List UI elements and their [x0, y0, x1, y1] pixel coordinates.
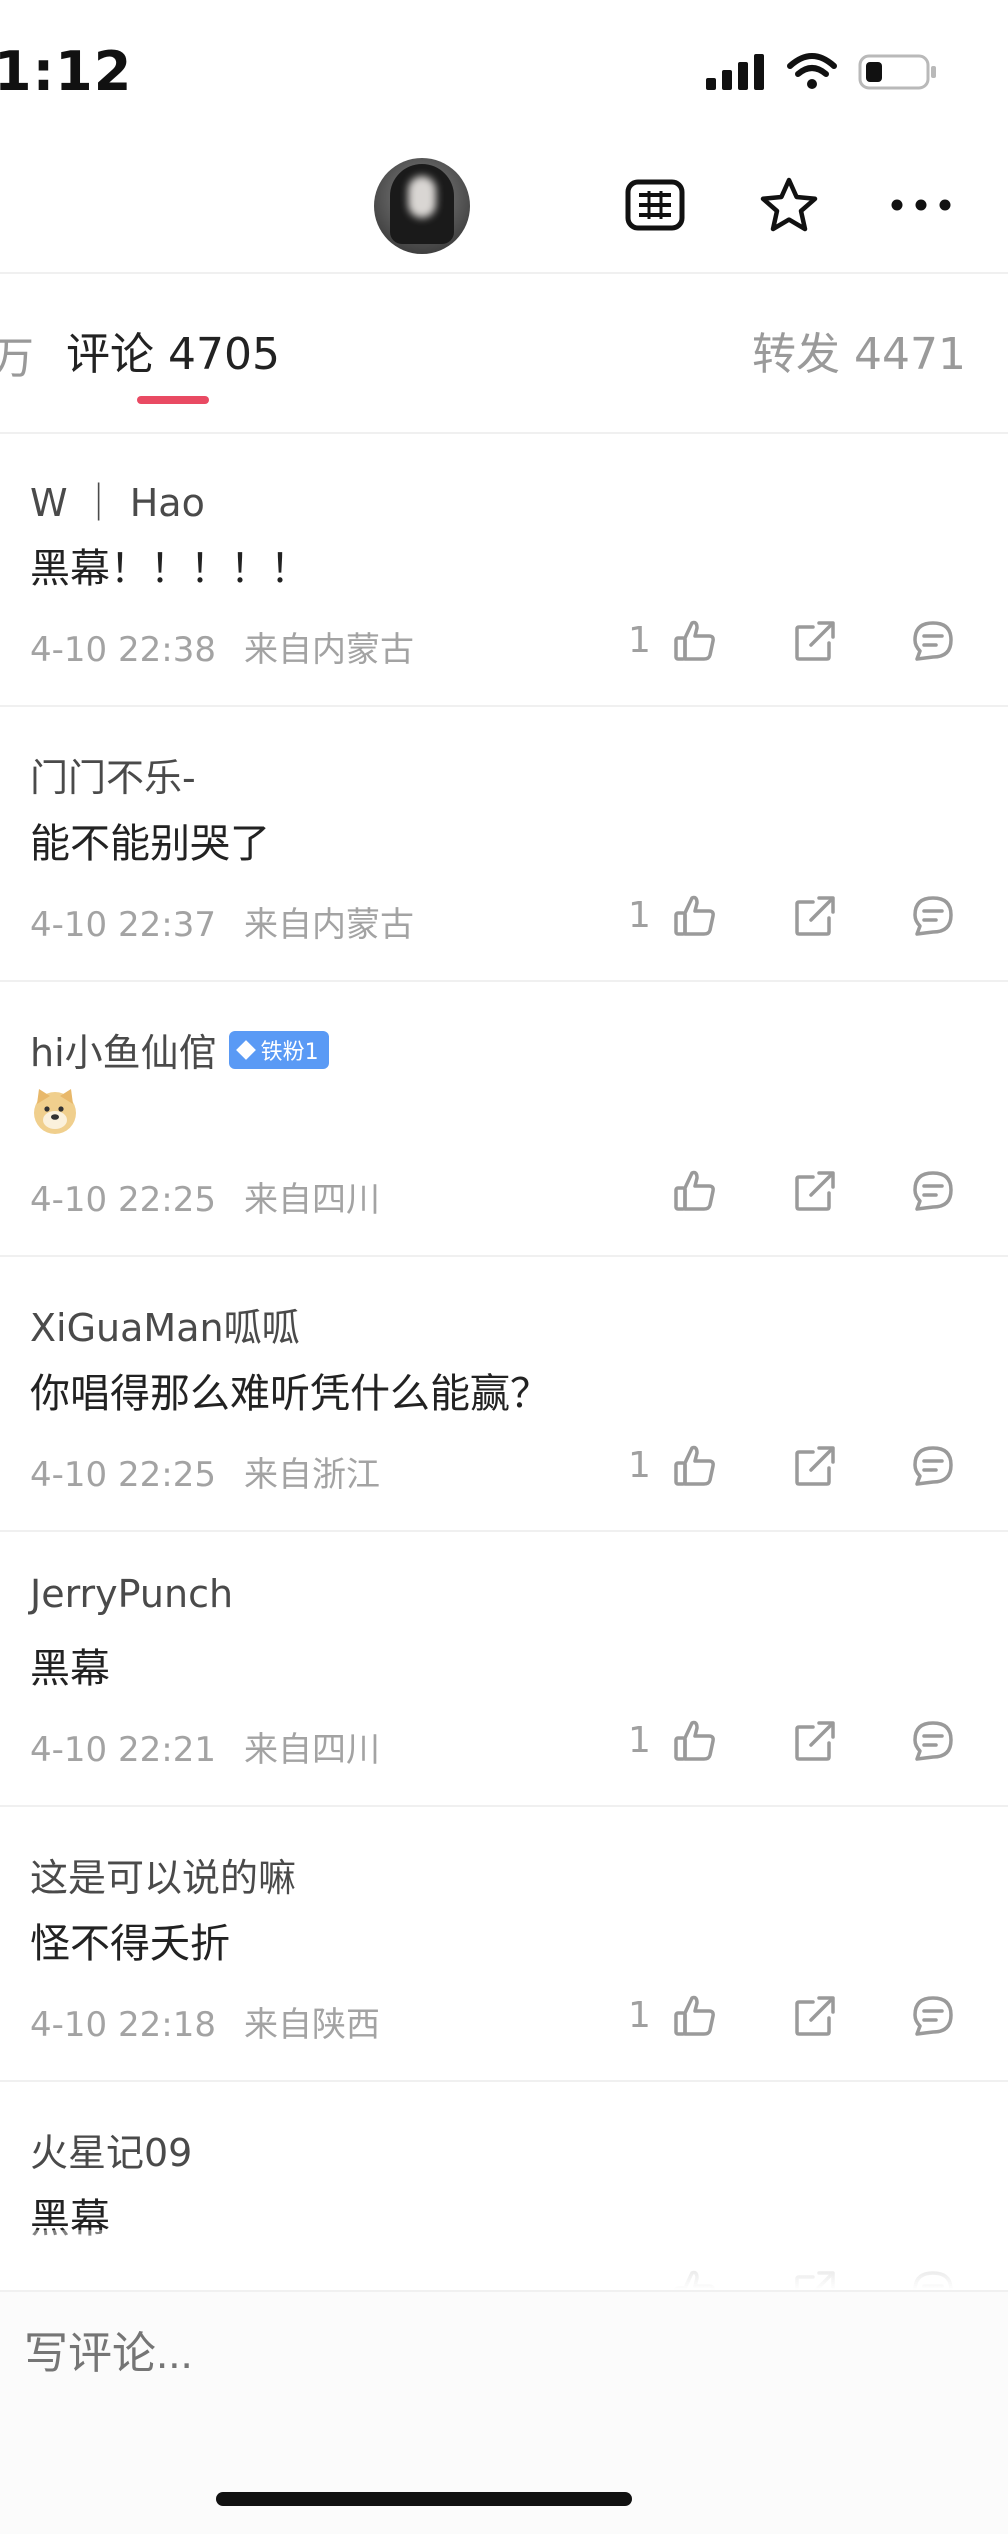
status-bar: 1:12	[0, 0, 1008, 150]
comment-location: 来自四川	[243, 1730, 380, 1770]
status-time: 1:12	[0, 40, 133, 103]
comment-item[interactable]: W ｜ Hao 黑幕！！！！！ 4-10 22:38 来自内蒙古 1	[0, 432, 1008, 707]
wifi-icon	[787, 53, 837, 89]
comment-meta: 4-10 22:18 来自陕西	[30, 1997, 380, 2046]
reply-icon[interactable]	[908, 1716, 958, 1766]
post-header	[0, 150, 1008, 270]
comment-username[interactable]: 这是可以说的嘛	[30, 1847, 296, 1902]
like-icon[interactable]	[670, 1441, 720, 1491]
comment-username[interactable]: 火星记09	[30, 2122, 192, 2177]
comment-location: 来自陕西	[243, 2005, 380, 2045]
comment-text: 怪不得夭折	[30, 1921, 230, 1967]
cellular-signal-icon	[706, 54, 764, 90]
like-count: 1	[628, 1445, 651, 1486]
comment-item[interactable]: JerryPunch 黑幕 4-10 22:21 来自四川 1	[0, 1532, 1008, 1807]
tab-bar: 万 评论 4705 转发 4471	[0, 272, 1008, 434]
comment-username-text[interactable]: JerryPunch	[30, 1572, 233, 1616]
tab-previous[interactable]: 万	[0, 322, 34, 386]
battery-icon	[858, 54, 936, 90]
fan-badge: 铁粉1	[228, 1030, 329, 1069]
comment-time: 4-10 22:37	[30, 905, 216, 945]
comment-item[interactable]: XiGuaMan呱呱你唱得那么难听凭什么能赢？ 4-10 22:25 来自浙江 1	[0, 1257, 1008, 1532]
share-icon[interactable]	[790, 616, 840, 666]
like-icon[interactable]	[670, 1991, 720, 2041]
share-icon[interactable]	[790, 1991, 840, 2041]
tab-forwards[interactable]: 转发 4471	[752, 318, 966, 382]
reply-icon[interactable]	[908, 1166, 958, 1216]
comment-location: 来自四川	[243, 1180, 380, 1220]
comment-location: 来自内蒙古	[243, 905, 414, 945]
reply-icon[interactable]	[908, 1441, 958, 1491]
like-count: 1	[628, 895, 651, 936]
comment-username-text[interactable]: W ｜ Hao	[30, 472, 205, 527]
share-icon[interactable]	[790, 1716, 840, 1766]
comment-username-text[interactable]: 这是可以说的嘛	[30, 1847, 296, 1902]
comment-list: W ｜ Hao 黑幕！！！！！ 4-10 22:38 来自内蒙古 1 门门不乐- 能不能别哭…	[0, 432, 1008, 2357]
author-avatar[interactable]	[374, 158, 470, 254]
comment-location: 来自浙江	[243, 1455, 380, 1495]
comment-time: 4-10 22:38	[30, 630, 216, 670]
doge-emoji	[30, 1086, 80, 1136]
comment-location: 来自内蒙古	[243, 630, 414, 670]
comment-username[interactable]: W ｜ Hao	[30, 472, 205, 527]
comment-meta: 4-10 22:37 来自内蒙古	[30, 897, 414, 946]
comment-username-text[interactable]: 火星记09	[30, 2122, 192, 2177]
comment-username-text[interactable]: hi小鱼仙倌	[30, 1022, 217, 1077]
star-icon[interactable]	[756, 172, 822, 238]
comment-username[interactable]: hi小鱼仙倌 铁粉1	[30, 1022, 329, 1077]
comment-text: 能不能别哭了	[30, 821, 270, 867]
comment-username[interactable]: JerryPunch	[30, 1572, 233, 1616]
like-icon[interactable]	[670, 1716, 720, 1766]
comment-username[interactable]: XiGuaMan呱呱	[30, 1297, 300, 1352]
comment-meta: 4-10 22:21 来自四川	[30, 1722, 380, 1771]
share-icon[interactable]	[790, 1441, 840, 1491]
fan-badge-label: 铁粉1	[260, 1039, 319, 1065]
like-icon[interactable]	[670, 1166, 720, 1216]
comment-meta: 4-10 22:25 来自浙江	[30, 1447, 380, 1496]
like-icon[interactable]	[670, 891, 720, 941]
comment-time: 4-10 22:18	[30, 2005, 216, 2045]
comment-time: 4-10 22:21	[30, 1730, 216, 1770]
like-count: 1	[628, 1995, 651, 2036]
reply-icon[interactable]	[908, 891, 958, 941]
comment-time: 4-10 22:25	[30, 1455, 216, 1495]
reply-icon[interactable]	[908, 1991, 958, 2041]
tab-comments[interactable]: 评论 4705	[66, 318, 280, 382]
grid-list-icon[interactable]	[622, 172, 688, 238]
comment-emoji	[30, 1086, 80, 1146]
tab-active-indicator	[137, 396, 209, 404]
comment-text: 黑幕	[30, 1646, 110, 1692]
comment-item[interactable]: hi小鱼仙倌 铁粉1 4-10 22:25 来自四川	[0, 982, 1008, 1257]
like-icon[interactable]	[670, 616, 720, 666]
comment-item[interactable]: 这是可以说的嘛怪不得夭折 4-10 22:18 来自陕西 1	[0, 1807, 1008, 2082]
like-count: 1	[628, 1720, 651, 1761]
diamond-icon	[235, 1039, 256, 1060]
comment-username[interactable]: 门门不乐-	[30, 747, 196, 802]
comment-time: 4-10 22:25	[30, 1180, 216, 1220]
comment-username-text[interactable]: 门门不乐-	[30, 747, 196, 802]
comment-meta: 4-10 22:38 来自内蒙古	[30, 622, 414, 671]
comment-meta: 4-10 22:25 来自四川	[30, 1172, 380, 1221]
comment-username-text[interactable]: XiGuaMan呱呱	[30, 1297, 300, 1352]
status-icons	[706, 52, 938, 92]
share-icon[interactable]	[790, 891, 840, 941]
reply-icon[interactable]	[908, 616, 958, 666]
like-count: 1	[628, 620, 651, 661]
comment-text: 黑幕！！！！！	[30, 546, 310, 592]
list-fade	[0, 2230, 1008, 2290]
home-indicator[interactable]	[216, 2492, 632, 2506]
comment-input[interactable]	[22, 2328, 601, 2380]
more-icon[interactable]	[888, 172, 954, 238]
comment-item[interactable]: 门门不乐- 能不能别哭了 4-10 22:37 来自内蒙古 1	[0, 707, 1008, 982]
comment-text: 你唱得那么难听凭什么能赢？	[30, 1371, 550, 1417]
share-icon[interactable]	[790, 1166, 840, 1216]
comment-bar	[0, 2290, 1008, 2534]
